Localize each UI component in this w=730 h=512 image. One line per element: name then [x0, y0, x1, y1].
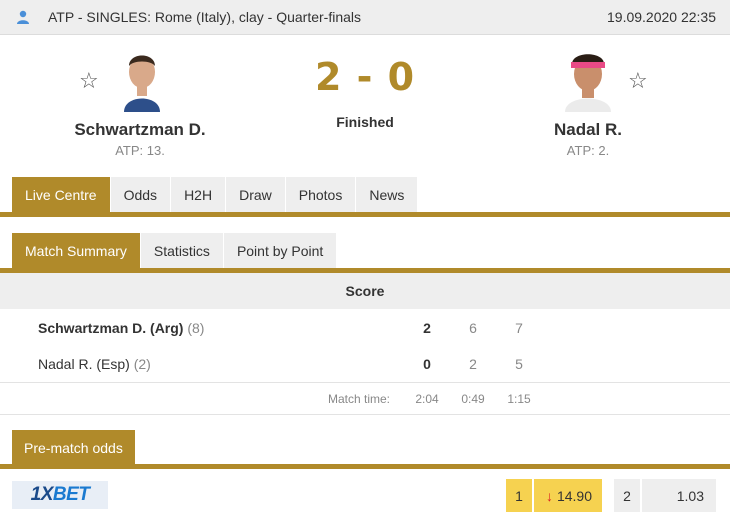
tab-statistics[interactable]: Statistics	[140, 233, 224, 269]
tab-match-summary[interactable]: Match Summary	[12, 233, 141, 269]
away-player-rank: ATP: 2.	[566, 143, 610, 158]
row-player-label: Schwartzman D. (Arg)	[38, 320, 184, 336]
bookmaker-logo-text: BET	[52, 484, 90, 505]
bookmaker-logo-text: 1X	[30, 484, 54, 505]
row-set-score: 6	[469, 320, 477, 336]
table-row: Schwartzman D. (Arg) (8) 2 6 7	[0, 310, 730, 346]
odd-home-label: 1	[506, 479, 533, 512]
table-divider	[0, 382, 730, 383]
match-time-set: 0:49	[461, 392, 485, 406]
tab-point-by-point[interactable]: Point by Point	[223, 233, 338, 269]
row-player-seed: (8)	[187, 320, 205, 336]
tournament-title[interactable]: ATP - SINGLES: Rome (Italy), clay - Quar…	[48, 9, 361, 25]
tab-photos[interactable]: Photos	[285, 177, 357, 213]
row-set-score: 5	[515, 356, 523, 372]
score-table-header: Score	[0, 273, 730, 309]
row-set-score: 2	[469, 356, 477, 372]
person-icon	[17, 10, 29, 24]
main-tabs-underline	[0, 212, 730, 217]
row-player-seed: (2)	[133, 356, 151, 372]
home-player-rank: ATP: 13.	[115, 143, 165, 158]
match-score: 2 - 0	[314, 55, 416, 99]
bookmaker-logo[interactable]: 1X BET	[12, 481, 108, 509]
sub-tabs: Match Summary Statistics Point by Point	[12, 233, 338, 269]
arrow-down-icon: ↓	[545, 487, 553, 504]
odd-away-value[interactable]: 1.03	[642, 479, 716, 512]
match-header-bar: ATP - SINGLES: Rome (Italy), clay - Quar…	[0, 0, 730, 35]
row-player-name[interactable]: Nadal R. (Esp) (2)	[38, 356, 151, 372]
odds-row: 1X BET 1 ↓ 14.90 2 1.03	[0, 476, 730, 512]
table-row: Nadal R. (Esp) (2) 0 2 5	[0, 346, 730, 382]
tab-live-centre[interactable]: Live Centre	[12, 177, 111, 213]
odd-home-value[interactable]: ↓ 14.90	[534, 479, 602, 512]
row-set-score: 7	[515, 320, 523, 336]
tab-h2h[interactable]: H2H	[171, 177, 227, 213]
row-total-score: 0	[423, 356, 431, 372]
row-player-name[interactable]: Schwartzman D. (Arg) (8)	[38, 320, 204, 336]
match-time-row: Match time: 2:04 0:49 1:15	[0, 384, 730, 414]
match-time-set: 1:15	[507, 392, 531, 406]
away-player-name[interactable]: Nadal R.	[488, 120, 688, 140]
row-player-label: Nadal R. (Esp)	[38, 356, 130, 372]
odd-home-value-text: 14.90	[556, 487, 592, 504]
match-time-total: 2:04	[415, 392, 439, 406]
match-time-label: Match time:	[327, 392, 390, 406]
tab-draw[interactable]: Draw	[226, 177, 286, 213]
away-player-avatar[interactable]	[557, 48, 619, 112]
tab-odds[interactable]: Odds	[110, 177, 172, 213]
favorite-star-icon[interactable]: ☆	[628, 70, 648, 92]
table-divider	[0, 414, 730, 415]
row-total-score: 2	[423, 320, 431, 336]
match-datetime: 19.09.2020 22:35	[607, 9, 716, 25]
odds-underline	[0, 464, 730, 469]
tab-news[interactable]: News	[356, 177, 419, 213]
odd-away-label: 2	[614, 479, 641, 512]
main-tabs: Live Centre Odds H2H Draw Photos News	[12, 177, 419, 213]
tab-pre-match-odds[interactable]: Pre-match odds	[12, 430, 135, 466]
